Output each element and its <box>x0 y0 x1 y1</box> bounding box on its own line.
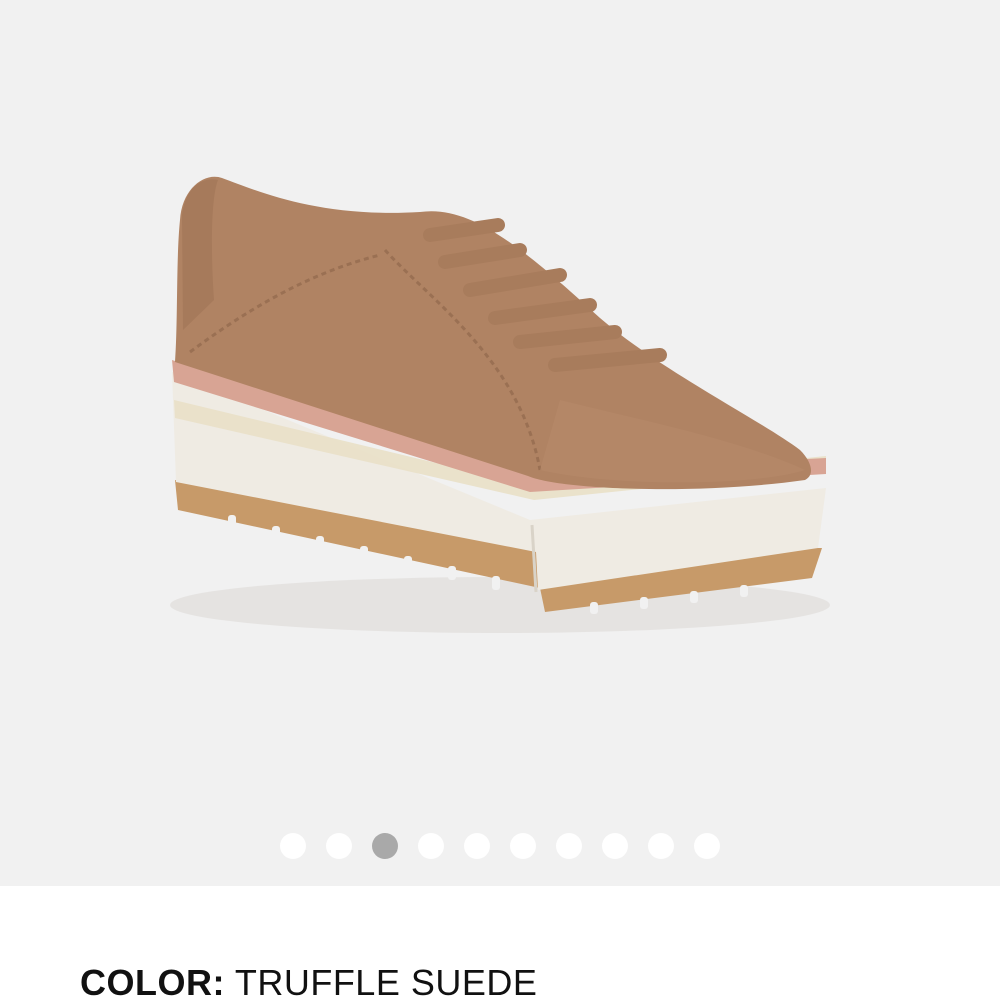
product-color: COLOR: TRUFFLE SUEDE <box>80 960 537 1006</box>
carousel-dot-7[interactable] <box>556 833 582 859</box>
product-image-gallery[interactable] <box>0 0 1000 886</box>
carousel-dot-5[interactable] <box>464 833 490 859</box>
carousel-pagination <box>0 833 1000 859</box>
carousel-dot-9[interactable] <box>648 833 674 859</box>
color-label: COLOR: <box>80 962 225 1003</box>
product-image[interactable] <box>0 0 1000 886</box>
carousel-dot-4[interactable] <box>418 833 444 859</box>
carousel-dot-6[interactable] <box>510 833 536 859</box>
carousel-dot-2[interactable] <box>326 833 352 859</box>
carousel-dot-8[interactable] <box>602 833 628 859</box>
carousel-dot-3-active[interactable] <box>372 833 398 859</box>
carousel-dot-10[interactable] <box>694 833 720 859</box>
color-value: TRUFFLE SUEDE <box>234 962 538 1003</box>
carousel-dot-1[interactable] <box>280 833 306 859</box>
